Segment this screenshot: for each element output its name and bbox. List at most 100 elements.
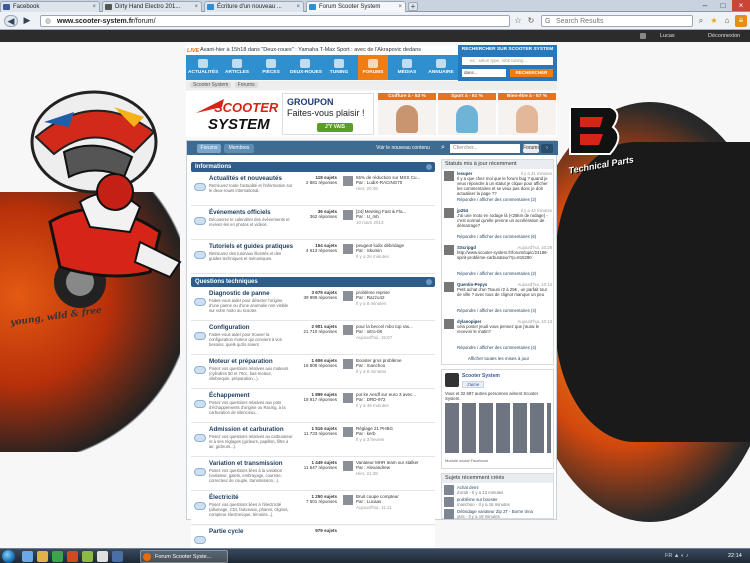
last-poster-avatar[interactable] xyxy=(343,461,353,471)
last-poster-avatar[interactable] xyxy=(343,210,353,220)
tab-ecriture[interactable]: Écriture d'un nouveau ... × xyxy=(204,1,304,12)
media-icon[interactable] xyxy=(52,551,63,562)
status-avatar[interactable] xyxy=(444,282,454,292)
forum-title[interactable]: Moteur et préparation xyxy=(209,358,273,365)
user-link[interactable]: Lucas xyxy=(660,30,675,42)
nav-actualites[interactable]: ACTUALITÉS xyxy=(188,55,218,80)
tab-members[interactable]: Membres xyxy=(224,144,254,153)
groupon-cta-button[interactable]: J'Y VAIS xyxy=(317,123,353,132)
maximize-button[interactable]: □ xyxy=(714,0,732,11)
forum-title[interactable]: Admission et carburation xyxy=(209,426,284,433)
category-questions-techniques[interactable]: Questions techniques xyxy=(191,277,435,287)
search-submit-button[interactable]: RECHERCHER xyxy=(510,69,553,77)
status-avatar[interactable] xyxy=(444,245,454,255)
taskbar-firefox-window[interactable]: Forum Scooter Syste... xyxy=(140,550,228,563)
search-icon[interactable]: ⌕ xyxy=(695,15,707,27)
recent-topic[interactable]: Achat demi Zorah - Il y a 13 minutes xyxy=(444,485,552,497)
forum-row[interactable]: Événements officiels Découvrez le calendr… xyxy=(191,207,435,240)
start-button[interactable] xyxy=(2,550,15,563)
new-tab-button[interactable]: + xyxy=(408,2,418,11)
status-reply-link[interactable]: Répondre / afficher des commentaires (6) xyxy=(457,234,536,239)
status-reply-link[interactable]: Répondre / afficher des commentaires (4) xyxy=(457,308,536,313)
deal-coiffure[interactable]: Coiffure à - 53 % xyxy=(378,93,436,135)
forum-search-input[interactable]: Chercher... xyxy=(450,144,520,153)
last-poster-avatar[interactable] xyxy=(343,495,353,505)
explorer-icon[interactable] xyxy=(37,551,48,562)
search-submit-icon[interactable]: › xyxy=(541,144,553,153)
forum-title[interactable]: Actualités et nouveautés xyxy=(209,175,282,182)
close-icon[interactable]: × xyxy=(296,2,300,12)
tab-facebook[interactable]: Facebook × xyxy=(0,1,100,12)
status-avatar[interactable] xyxy=(444,171,454,181)
forum-row[interactable]: Diagnostic de panne Faites-vous aider pou… xyxy=(191,288,435,321)
forum-row[interactable]: Actualités et nouveautés Retrouvez toute … xyxy=(191,173,435,206)
minimize-button[interactable]: – xyxy=(696,0,714,11)
tab-forum-scooter-system[interactable]: Forum Scooter System × xyxy=(306,1,406,12)
search-scope-select[interactable]: dans... xyxy=(462,69,506,77)
deal-sport[interactable]: Sport à - 61 % xyxy=(438,93,496,135)
bookmark-star-icon[interactable]: ★ xyxy=(708,15,720,27)
fb-page-name[interactable]: Scooter System xyxy=(462,373,500,379)
forum-title[interactable]: Échappement xyxy=(209,392,250,399)
breadcrumb-forums[interactable]: Forums xyxy=(234,82,258,88)
ie-icon[interactable] xyxy=(22,551,33,562)
menu-icon[interactable]: ≡ xyxy=(735,15,747,27)
forum-row[interactable]: Configuration Faites-vous aider pour trou… xyxy=(191,322,435,355)
status-reply-link[interactable]: Répondre / afficher des commentaires (2) xyxy=(457,271,536,276)
last-poster-avatar[interactable] xyxy=(343,325,353,335)
collapse-icon[interactable] xyxy=(426,164,432,170)
deal-bien-etre[interactable]: Bien-être à - 57 % xyxy=(498,93,556,135)
nav-annuaire[interactable]: ANNUAIRE xyxy=(426,55,456,80)
last-poster-avatar[interactable] xyxy=(343,244,353,254)
nav-deux-roues[interactable]: DEUX-ROUES xyxy=(290,55,322,80)
close-window-button[interactable]: × xyxy=(732,0,750,11)
back-button[interactable]: ◀ xyxy=(4,15,18,27)
clock[interactable]: 22:14 xyxy=(728,550,742,563)
breadcrumb-home[interactable]: Scooter System xyxy=(190,82,232,88)
status-avatar[interactable] xyxy=(444,319,454,329)
system-tray[interactable]: FR ▲ ◐ ♪ xyxy=(665,550,688,563)
close-icon[interactable]: × xyxy=(92,2,96,12)
fb-like-button[interactable]: J'aime xyxy=(462,381,484,388)
category-informations[interactable]: Informations xyxy=(191,162,435,172)
forum-title[interactable]: Diagnostic de panne xyxy=(209,290,270,297)
recent-topic[interactable]: problème sur booster manchoo - Il y a 16 … xyxy=(444,497,552,509)
forum-title[interactable]: Partie cycle xyxy=(209,528,243,535)
show-all-updates-link[interactable]: Afficher toutes les mises à jour xyxy=(442,356,555,361)
status-avatar[interactable] xyxy=(444,208,454,218)
app-icon[interactable] xyxy=(112,551,123,562)
forum-title[interactable]: Tutoriels et guides pratiques xyxy=(209,243,293,250)
close-icon[interactable]: × xyxy=(398,2,402,12)
forum-row[interactable]: Variation et transmission Posez vos quest… xyxy=(191,458,435,491)
app-icon[interactable] xyxy=(97,551,108,562)
address-bar[interactable]: ◍ www.scooter-system.fr/forum/ xyxy=(40,15,510,27)
forum-title[interactable]: Configuration xyxy=(209,324,250,331)
app-icon[interactable] xyxy=(67,551,78,562)
collapse-icon[interactable] xyxy=(426,279,432,285)
recent-topic[interactable]: Débridage variateur Zip 2T - Borne tirna… xyxy=(444,509,552,521)
close-icon[interactable]: × xyxy=(194,2,198,12)
last-poster-avatar[interactable] xyxy=(343,427,353,437)
forum-title[interactable]: Électricité xyxy=(209,494,239,501)
nav-medias[interactable]: MÉDIAS xyxy=(392,55,422,80)
forum-row[interactable]: Admission et carburation Posez vos questi… xyxy=(191,424,435,457)
nav-forums[interactable]: FORUMS xyxy=(358,55,388,80)
forward-button[interactable]: ▶ xyxy=(20,15,34,27)
reload-icon[interactable]: ↻ xyxy=(525,15,537,27)
last-poster-avatar[interactable] xyxy=(343,359,353,369)
forum-row[interactable]: Tutoriels et guides pratiques Retrouvez d… xyxy=(191,241,435,274)
nav-pieces[interactable]: PIÈCES xyxy=(256,55,286,80)
status-reply-link[interactable]: Répondre / afficher des commentaires (2) xyxy=(457,197,536,202)
star-icon[interactable]: ☆ xyxy=(512,15,524,27)
forum-title[interactable]: Événements officiels xyxy=(209,209,271,216)
forum-row[interactable]: Échappement Posez vos questions relatives… xyxy=(191,390,435,423)
app-icon[interactable] xyxy=(82,551,93,562)
forum-title[interactable]: Variation et transmission xyxy=(209,460,283,467)
notifications-icon[interactable] xyxy=(640,33,646,39)
nav-tuning[interactable]: TUNING xyxy=(324,55,354,80)
home-icon[interactable]: ⌂ xyxy=(721,15,733,27)
new-content-link[interactable]: Voir le nouveau contenu xyxy=(371,144,435,153)
tab-dirty-hand[interactable]: Dirty Hand Electro 201... × xyxy=(102,1,202,12)
forum-row[interactable]: Moteur et préparation Posez vos questions… xyxy=(191,356,435,389)
forum-row[interactable]: Électricité Posez vos questions liées à l… xyxy=(191,492,435,525)
